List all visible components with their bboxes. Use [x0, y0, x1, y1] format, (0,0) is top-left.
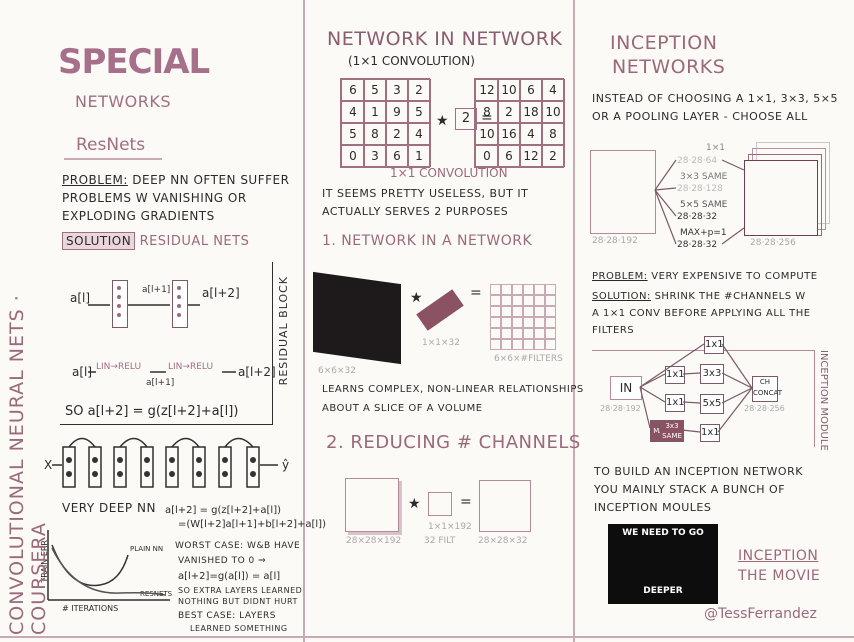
- line-art: [47, 159, 753, 601]
